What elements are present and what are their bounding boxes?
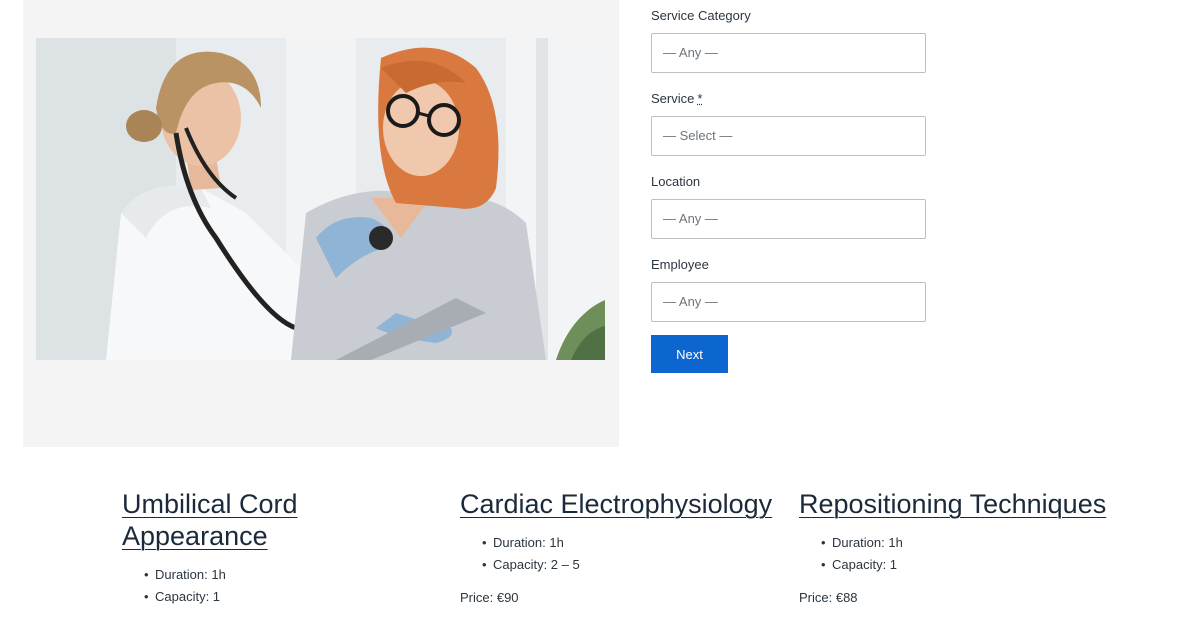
service-price: Price: €90 <box>460 590 519 605</box>
required-marker: * <box>697 91 703 106</box>
service-category-field: Service Category — Any — <box>651 7 927 73</box>
service-details-list: Duration: 1h Capacity: 1 <box>821 532 1119 576</box>
doctor-patient-photo <box>36 38 605 360</box>
service-title-link[interactable]: Cardiac Electrophysiology <box>460 488 780 520</box>
service-title-link[interactable]: Repositioning Techniques <box>799 488 1119 520</box>
service-category-label: Service Category <box>651 8 751 23</box>
service-select[interactable]: — Select — <box>651 116 926 156</box>
location-label: Location <box>651 174 701 189</box>
location-select[interactable]: — Any — <box>651 199 926 239</box>
employee-select[interactable]: — Any — <box>651 282 926 322</box>
service-capacity: Capacity: 1 <box>144 586 332 608</box>
service-price: Price: €88 <box>799 590 858 605</box>
service-card: Cardiac Electrophysiology Duration: 1h C… <box>460 488 780 607</box>
service-card: Umbilical Cord Appearance Duration: 1h C… <box>122 488 332 608</box>
service-capacity: Capacity: 2 – 5 <box>482 554 780 576</box>
service-duration: Duration: 1h <box>482 532 780 554</box>
service-field: Service * — Select — <box>651 90 927 156</box>
location-field: Location — Any — <box>651 173 927 239</box>
service-label: Service * <box>651 90 927 108</box>
service-duration: Duration: 1h <box>144 564 332 586</box>
service-label-text: Service <box>651 91 695 106</box>
service-card: Repositioning Techniques Duration: 1h Ca… <box>799 488 1119 607</box>
service-duration: Duration: 1h <box>821 532 1119 554</box>
service-category-select[interactable]: — Any — <box>651 33 926 73</box>
service-title-link[interactable]: Umbilical Cord Appearance <box>122 488 332 552</box>
service-details-list: Duration: 1h Capacity: 1 <box>144 564 332 608</box>
employee-field: Employee — Any — <box>651 256 927 322</box>
service-capacity: Capacity: 1 <box>821 554 1119 576</box>
hero-panel <box>23 0 619 447</box>
next-button[interactable]: Next <box>651 335 728 373</box>
service-details-list: Duration: 1h Capacity: 2 – 5 <box>482 532 780 576</box>
employee-label: Employee <box>651 257 709 272</box>
